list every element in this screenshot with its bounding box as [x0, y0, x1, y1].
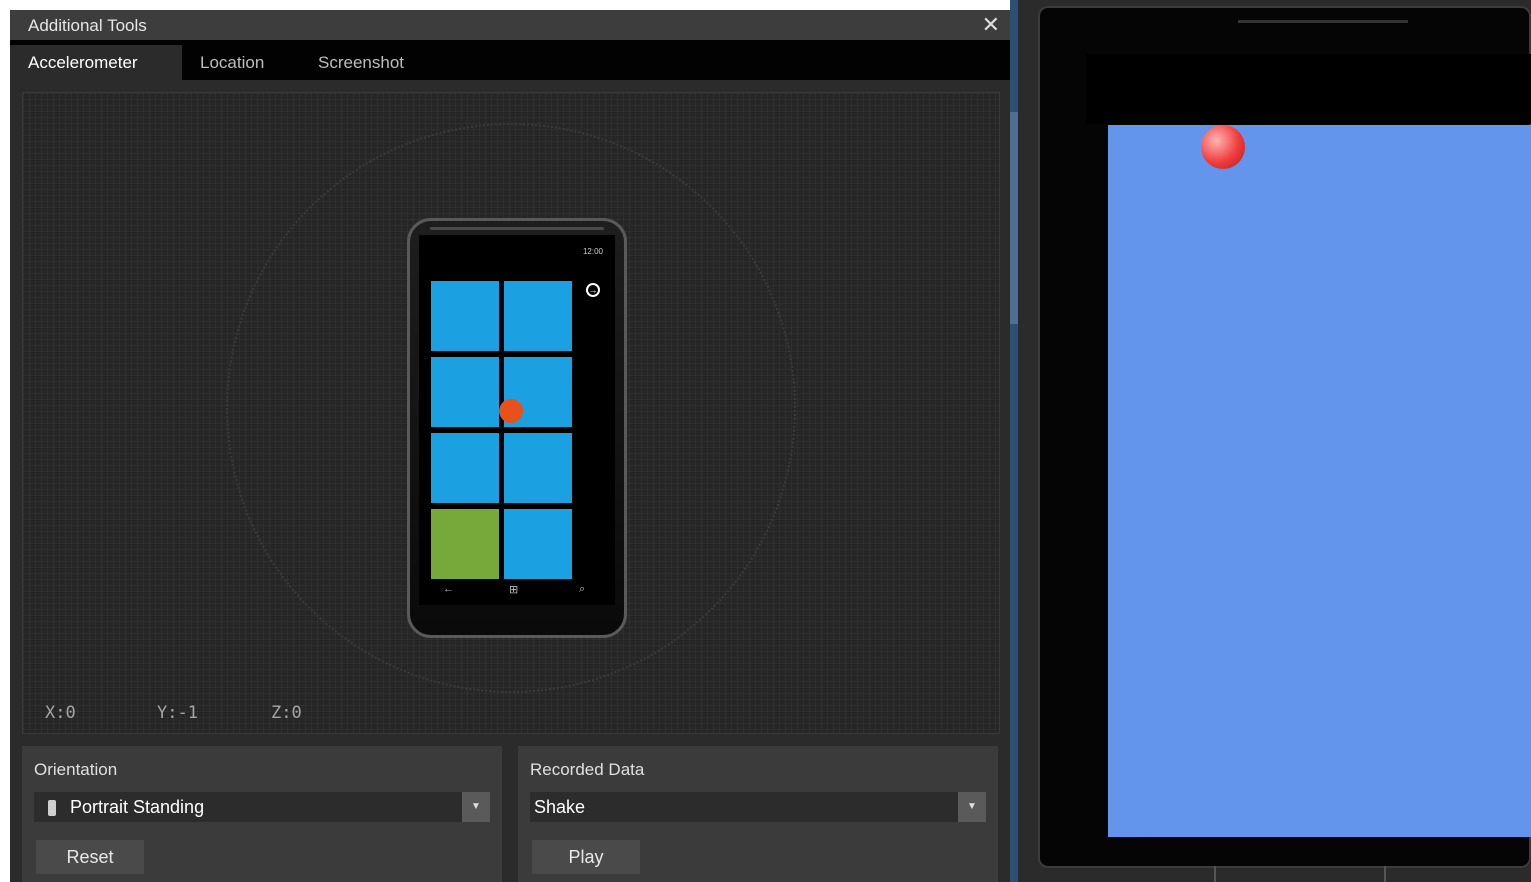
play-button[interactable]: Play	[532, 840, 640, 874]
y-readout: Y:-1	[157, 703, 198, 723]
recorded-data-value: Shake	[534, 797, 586, 817]
z-readout: Z:0	[271, 703, 302, 723]
phone-tile	[431, 433, 499, 503]
title-bar: Additional Tools ✕	[10, 10, 1010, 40]
phone-tile	[504, 281, 572, 351]
accelerometer-simulator: 12:00 → ← ⊞ ⌕ X:0 Y:-1 Z:0	[22, 92, 1000, 734]
ball	[1201, 125, 1245, 169]
phone-tile	[504, 509, 572, 579]
back-icon: ←	[443, 583, 454, 595]
tab-bar: Accelerometer Location Screenshot	[10, 40, 1010, 80]
tab-accelerometer[interactable]: Accelerometer	[10, 45, 182, 80]
recorded-data-section: Recorded Data Shake ▼ Play	[518, 746, 998, 882]
hardware-key-divider	[1384, 866, 1386, 882]
scrollbar-thumb[interactable]	[1010, 112, 1018, 324]
tab-location[interactable]: Location	[182, 45, 282, 80]
device-speaker	[1238, 20, 1408, 23]
orientation-label: Orientation	[34, 760, 118, 779]
reset-button[interactable]: Reset	[36, 840, 144, 874]
device-bezel	[1038, 6, 1531, 868]
arrow-right-icon: →	[586, 283, 600, 297]
phone-clock: 12:00	[582, 247, 603, 256]
chevron-down-icon[interactable]: ▼	[462, 792, 490, 822]
windows-icon: ⊞	[509, 584, 519, 596]
phone-tile	[431, 509, 499, 579]
window-title: Additional Tools	[28, 16, 147, 35]
accelerometer-drag-dot[interactable]	[499, 399, 523, 423]
phone-tile	[504, 433, 572, 503]
recorded-data-label: Recorded Data	[530, 760, 645, 779]
emulator-device	[1018, 0, 1531, 882]
phone-tile	[431, 357, 499, 427]
additional-tools-window: Additional Tools ✕ Accelerometer Locatio…	[10, 10, 1010, 882]
search-icon: ⌕	[579, 583, 586, 595]
phone-tile	[431, 281, 499, 351]
hardware-key-divider	[1214, 866, 1216, 882]
close-icon[interactable]: ✕	[982, 12, 1000, 38]
device-status-area	[1086, 54, 1531, 124]
recorded-data-select[interactable]: Shake ▼	[530, 792, 986, 822]
phone-speaker	[430, 227, 604, 230]
x-readout: X:0	[45, 703, 76, 723]
tab-screenshot[interactable]: Screenshot	[300, 45, 422, 80]
orientation-section: Orientation Portrait Standing ▼ Reset	[22, 746, 502, 882]
app-canvas[interactable]	[1108, 125, 1531, 837]
phone-model-handle[interactable]: 12:00 → ← ⊞ ⌕	[407, 218, 627, 638]
window-divider	[1010, 0, 1018, 882]
portrait-icon	[48, 800, 56, 816]
orientation-select[interactable]: Portrait Standing ▼	[34, 792, 490, 822]
orientation-value: Portrait Standing	[70, 797, 205, 817]
chevron-down-icon[interactable]: ▼	[958, 792, 986, 822]
